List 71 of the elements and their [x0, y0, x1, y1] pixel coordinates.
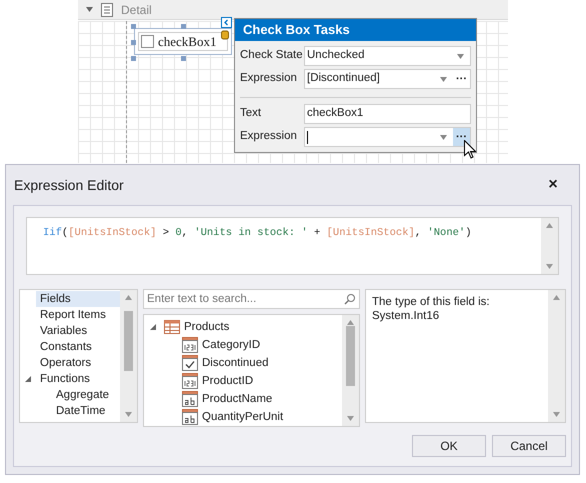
category-item[interactable]: Aggregate	[52, 387, 114, 403]
search-icon	[344, 293, 356, 305]
caret-icon[interactable]	[457, 52, 464, 60]
tree-item[interactable]: Discontinued	[202, 355, 268, 371]
dialog-button[interactable]: OK	[412, 435, 486, 457]
scrollbar-thumb[interactable]	[346, 326, 355, 386]
scroll-up-icon[interactable]	[553, 294, 560, 301]
caret-icon[interactable]	[440, 134, 447, 140]
expression-editor[interactable]: Iif([UnitsInStock] > 0, 'Units in stock: ' + [UnitsInStock], 'None')	[26, 217, 559, 275]
dialog-button[interactable]: Cancel	[492, 435, 566, 457]
category-item[interactable]: DateTime	[52, 403, 110, 419]
dialog-title: Expression Editor	[14, 176, 124, 195]
scrollbar-thumb[interactable]	[124, 311, 133, 371]
text-field[interactable]: checkBox1	[304, 104, 471, 124]
tasks-title: Check Box Tasks	[235, 19, 476, 41]
selection-handle[interactable]	[131, 24, 136, 29]
category-item[interactable]: Report Items	[36, 307, 120, 323]
category-item[interactable]: Constants	[36, 339, 120, 355]
scrollbar[interactable]	[548, 290, 565, 422]
tree-item[interactable]: CategoryID	[202, 337, 260, 353]
property-label: Text	[240, 106, 262, 122]
checkbox-control[interactable]: checkBox1	[134, 28, 232, 55]
scrollbar[interactable]	[541, 218, 558, 274]
property-label: Check State	[240, 48, 304, 64]
caret-icon[interactable]	[440, 76, 447, 82]
scroll-down-icon[interactable]	[125, 411, 132, 418]
property-label: Expression	[240, 129, 298, 144]
expression-field[interactable]: ···	[304, 127, 471, 147]
expand-icon[interactable]	[24, 376, 32, 382]
scroll-up-icon[interactable]	[125, 294, 132, 301]
tree-item[interactable]: ProductName	[202, 391, 272, 407]
tree-item[interactable]: ProductID	[202, 373, 254, 389]
selection-handle[interactable]	[181, 56, 186, 61]
category-item[interactable]: Functions	[36, 371, 120, 387]
scrollbar[interactable]	[342, 315, 359, 426]
selection-handle[interactable]	[131, 56, 136, 61]
scroll-down-icon[interactable]	[546, 263, 553, 270]
checkbox-label: checkBox1	[158, 32, 216, 51]
collapse-icon[interactable]	[86, 6, 93, 13]
scrollbar[interactable]	[120, 290, 137, 422]
expression-text: Iif([UnitsInStock] > 0, 'Units in stock: ' + [UnitsInStock], 'None')	[42, 226, 473, 241]
search-field[interactable]: Enter text to search...	[143, 289, 360, 309]
selection-handle[interactable]	[131, 40, 136, 45]
expand-icon[interactable]	[150, 324, 157, 330]
selection-handle[interactable]	[181, 24, 186, 29]
category-item[interactable]: Operators	[36, 355, 120, 371]
band-icon	[101, 2, 113, 16]
expression-field[interactable]: [Discontinued] ···	[304, 69, 471, 89]
checkmark-field-icon	[182, 355, 198, 371]
ellipsis-button[interactable]: ···	[453, 128, 470, 146]
close-button[interactable]: ×	[543, 175, 563, 195]
dropdown-field[interactable]: Unchecked	[304, 46, 471, 66]
ellipsis-button[interactable]: ···	[453, 70, 470, 88]
tree-item[interactable]: QuantityPerUnit	[202, 409, 284, 425]
smart-tag-button[interactable]	[221, 17, 232, 28]
category-item[interactable]: Fields	[36, 291, 120, 307]
number-field-icon	[182, 337, 198, 353]
scroll-down-icon[interactable]	[347, 415, 354, 422]
text-field-icon	[182, 391, 198, 407]
description-text: The type of this field is: System.Int16	[371, 295, 491, 324]
property-label: Expression	[240, 71, 298, 86]
scroll-up-icon[interactable]	[546, 222, 553, 229]
category-item[interactable]: Variables	[36, 323, 120, 339]
scroll-down-icon[interactable]	[553, 411, 560, 418]
tree-item[interactable]: Products	[184, 319, 230, 335]
table-icon	[164, 319, 180, 335]
checkbox[interactable]	[141, 35, 154, 48]
database-icon	[221, 30, 229, 40]
band-title: Detail	[121, 2, 152, 18]
number-field-icon	[182, 373, 198, 389]
mouse-pointer-icon	[464, 140, 476, 159]
